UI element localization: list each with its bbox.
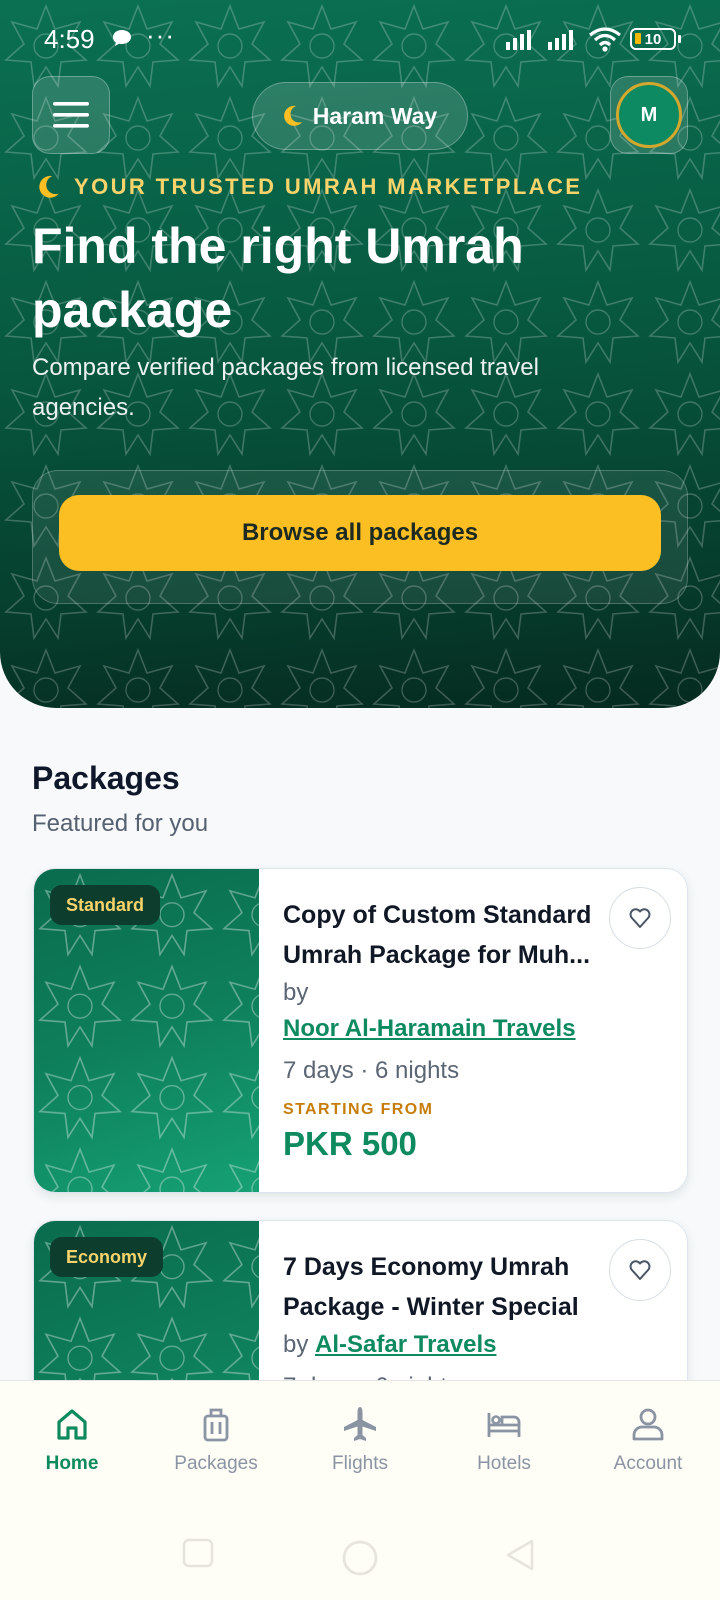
status-time: 4:59 (44, 24, 95, 54)
nav-home[interactable]: Home (0, 1381, 144, 1504)
nav-account-label: Account (613, 1453, 683, 1474)
chat-bubble-icon (113, 30, 131, 46)
nav-flights[interactable]: Flights (288, 1381, 432, 1504)
status-more-dots: ··· (146, 20, 175, 50)
user-icon (632, 1408, 664, 1441)
airplane-icon (344, 1407, 376, 1441)
nav-hotels[interactable]: Hotels (432, 1381, 576, 1504)
avatar-button[interactable]: M (610, 76, 688, 154)
nav-packages[interactable]: Packages (144, 1381, 288, 1504)
hero-subtitle: Compare verified packages from licensed … (32, 354, 539, 421)
package-by-label: by (283, 979, 309, 1006)
brand-name: Haram Way (312, 102, 438, 129)
home-icon (57, 1409, 87, 1440)
menu-button[interactable] (32, 76, 110, 154)
package-title: 7 Days Economy Umrah Package - Winter Sp… (283, 1253, 579, 1321)
back-button-icon[interactable] (504, 1538, 536, 1572)
agency-link[interactable]: Noor Al-Haramain Travels (283, 1011, 663, 1047)
nav-packages-label: Packages (174, 1453, 258, 1474)
home-button-icon[interactable] (340, 1538, 380, 1578)
section-subtitle: Featured for you (32, 810, 209, 837)
nav-home-label: Home (45, 1453, 99, 1474)
status-bar: 4:59 ··· 10 (0, 0, 720, 80)
favorite-button[interactable] (609, 1239, 671, 1301)
section-title: Packages (32, 760, 180, 796)
hero-eyebrow-text: YOUR TRUSTED UMRAH MARKETPLACE (74, 174, 583, 199)
avatar: M (616, 82, 682, 148)
package-image: Standard (34, 869, 259, 1192)
package-by-line: by Al-Safar Travels (283, 1327, 663, 1363)
nav-account[interactable]: Account (576, 1381, 720, 1504)
tier-badge: Economy (50, 1237, 164, 1277)
hamburger-icon (53, 102, 89, 128)
package-card[interactable]: Standard Copy of Custom Standard Umrah P… (33, 868, 688, 1193)
battery-icon: 10 (630, 28, 681, 50)
cta-container: Browse all packages (32, 470, 688, 604)
nav-hotels-label: Hotels (477, 1453, 531, 1474)
agency-link[interactable]: Al-Safar Travels (315, 1331, 496, 1358)
brand-pill[interactable]: Haram Way (252, 82, 468, 150)
bed-icon (487, 1413, 521, 1437)
bottom-navigation: Home Packages Flights Hotels Account (0, 1380, 720, 1504)
starting-from-label: STARTING FROM (283, 1101, 434, 1118)
wifi-icon (589, 27, 621, 52)
heart-icon (629, 1260, 651, 1280)
heart-icon (629, 908, 651, 928)
hero-title: Find the right Umrah package (32, 218, 524, 338)
signal-icon-2 (548, 30, 573, 50)
hero-eyebrow: YOUR TRUSTED UMRAH MARKETPLACE (38, 174, 582, 200)
favorite-button[interactable] (609, 887, 671, 949)
package-duration: 7 days · 6 nights (283, 1057, 460, 1084)
luggage-icon (203, 1408, 229, 1442)
package-info: Copy of Custom Standard Umrah Package fo… (283, 895, 663, 1163)
package-title: Copy of Custom Standard Umrah Package fo… (283, 901, 592, 969)
tier-badge: Standard (50, 885, 161, 925)
browse-packages-button[interactable]: Browse all packages (59, 495, 661, 571)
system-navigation-bar (0, 1504, 720, 1600)
crescent-moon-icon (283, 105, 302, 126)
package-by-label: by (283, 1331, 309, 1358)
battery-level: 10 (644, 30, 662, 48)
crescent-moon-icon (39, 175, 59, 198)
package-price: PKR 500 (283, 1125, 417, 1162)
recents-button-icon[interactable] (182, 1538, 214, 1568)
nav-flights-label: Flights (332, 1453, 388, 1474)
hero-banner: 4:59 ··· 10 Haram Way M YOUR TRUSTED UMR… (0, 0, 720, 708)
signal-icon (506, 30, 531, 50)
